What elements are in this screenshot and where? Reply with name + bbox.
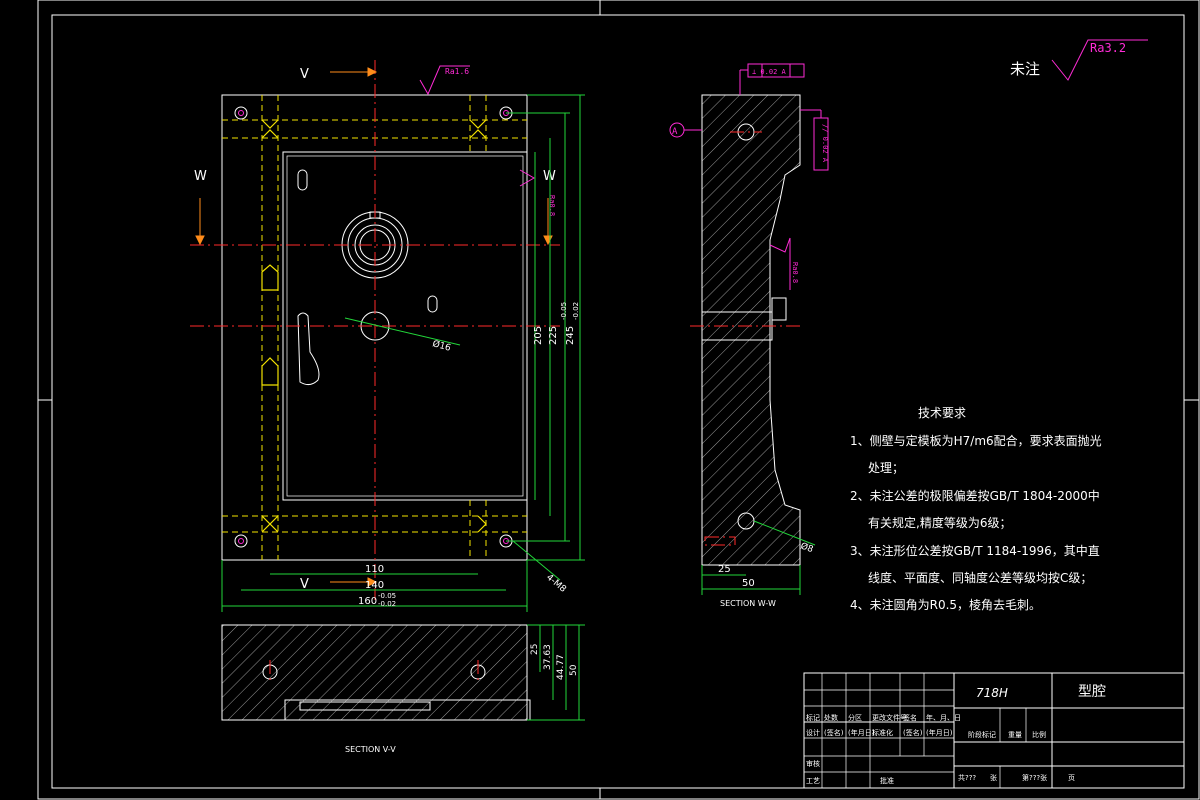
svg-text:有关规定,精度等级为6级；: 有关规定,精度等级为6级； (868, 515, 1011, 530)
svg-text:线度、平面度、同轴度公差等级均按C级；: 线度、平面度、同轴度公差等级均按C级； (868, 570, 1092, 585)
section-vv-title: SECTION V-V (345, 745, 396, 754)
plan-dimensions: 205 225 245 -0.05 -0.02 110 140 160 -0.0… (221, 94, 585, 612)
svg-text:25: 25 (718, 564, 731, 575)
svg-text:(签名): (签名) (824, 728, 844, 737)
part-name: 型腔 (1078, 684, 1106, 700)
material: 718H (976, 686, 1008, 700)
svg-text:-0.02: -0.02 (572, 302, 580, 320)
svg-text:3、未注形位公差按GB/T 1184-1996，其中直: 3、未注形位公差按GB/T 1184-1996，其中直 (850, 543, 1100, 558)
svg-text:处数: 处数 (824, 713, 838, 722)
section-vv: 25 37.63 44.77 50 SECTION V-V (221, 624, 585, 754)
svg-text:1、侧壁与定模板为H7/m6配合，要求表面抛光: 1、侧壁与定模板为H7/m6配合，要求表面抛光 (850, 433, 1102, 448)
svg-text:Ø16: Ø16 (431, 338, 452, 353)
svg-text:技术要求: 技术要求 (918, 406, 966, 420)
svg-text:分区: 分区 (848, 713, 862, 722)
svg-text:245: 245 (565, 326, 576, 345)
datum-a: A (672, 127, 678, 137)
unmarked-label: 未注 (1010, 60, 1040, 78)
svg-text:25: 25 (530, 644, 540, 655)
svg-text:110: 110 (365, 564, 384, 575)
svg-text:-0.05: -0.05 (378, 592, 396, 600)
svg-text:⊥ 0.02 A: ⊥ 0.02 A (752, 68, 787, 76)
svg-text:(签名): (签名) (903, 728, 923, 737)
svg-text:4-M8: 4-M8 (544, 573, 568, 595)
svg-text:共???: 共??? (958, 773, 976, 782)
svg-text:-0.05: -0.05 (560, 302, 568, 320)
svg-text:// 0.02 A: // 0.02 A (821, 124, 829, 163)
svg-text:2、未注公差的极限偏差按GB/T 1804-2000中: 2、未注公差的极限偏差按GB/T 1804-2000中 (850, 488, 1100, 503)
svg-text:-0.02: -0.02 (378, 600, 396, 608)
svg-text:阶段标记: 阶段标记 (968, 730, 996, 739)
cad-drawing: V V W W Ra1.6 Ra0.8 Ra3.2 未注 205 225 245… (37, 0, 1200, 800)
svg-text:Ø8: Ø8 (799, 540, 815, 555)
svg-text:页: 页 (1068, 774, 1075, 782)
svg-text:工艺: 工艺 (806, 777, 820, 785)
svg-text:第???张: 第???张 (1022, 773, 1047, 782)
svg-text:Ra0.8: Ra0.8 (548, 195, 556, 216)
section-ww: A ⊥ 0.02 A // 0.02 A Ra0.8 25 50 Ø8 SECT… (669, 63, 829, 608)
svg-text:批准: 批准 (880, 776, 894, 785)
svg-text:年、月、日: 年、月、日 (926, 713, 961, 722)
svg-text:44.77: 44.77 (556, 654, 566, 680)
svg-text:140: 140 (365, 580, 384, 591)
svg-text:(年月日): (年月日) (848, 728, 875, 737)
svg-text:审核: 审核 (806, 759, 820, 768)
section-ww-title: SECTION W-W (720, 599, 776, 608)
tech-requirements: 技术要求 1、侧壁与定模板为H7/m6配合，要求表面抛光 处理； 2、未注公差的… (850, 406, 1102, 612)
svg-text:Ra0.8: Ra0.8 (791, 262, 799, 283)
plan-view (190, 60, 560, 600)
svg-text:标准化: 标准化 (872, 728, 893, 737)
svg-text:50: 50 (569, 664, 579, 676)
ra-general: Ra3.2 (1090, 41, 1126, 55)
svg-text:160: 160 (358, 596, 377, 607)
svg-text:37.63: 37.63 (543, 644, 553, 670)
svg-text:205: 205 (533, 326, 544, 345)
title-block: 718H 型腔 标记 处数 分区 更改文件号 签名 年、月、日 设计 (签名) … (803, 672, 1185, 789)
svg-text:重量: 重量 (1008, 731, 1022, 739)
sheet-border (37, 0, 1200, 800)
svg-text:签名: 签名 (903, 713, 917, 722)
svg-text:4、未注圆角为R0.5，棱角去毛刺。: 4、未注圆角为R0.5，棱角去毛刺。 (850, 597, 1041, 612)
section-w-label-left: W (194, 169, 207, 184)
svg-text:更改文件号: 更改文件号 (872, 713, 907, 722)
section-v-label-top: V (300, 67, 309, 82)
svg-text:比例: 比例 (1032, 730, 1046, 739)
svg-text:50: 50 (742, 578, 755, 589)
ra-top: Ra1.6 (445, 67, 469, 76)
svg-text:张: 张 (990, 773, 997, 782)
svg-text:标记: 标记 (806, 713, 820, 722)
svg-text:处理；: 处理； (868, 461, 904, 475)
svg-text:设计: 设计 (806, 728, 820, 737)
svg-text:(年月日): (年月日) (926, 728, 953, 737)
svg-text:225: 225 (548, 326, 559, 345)
